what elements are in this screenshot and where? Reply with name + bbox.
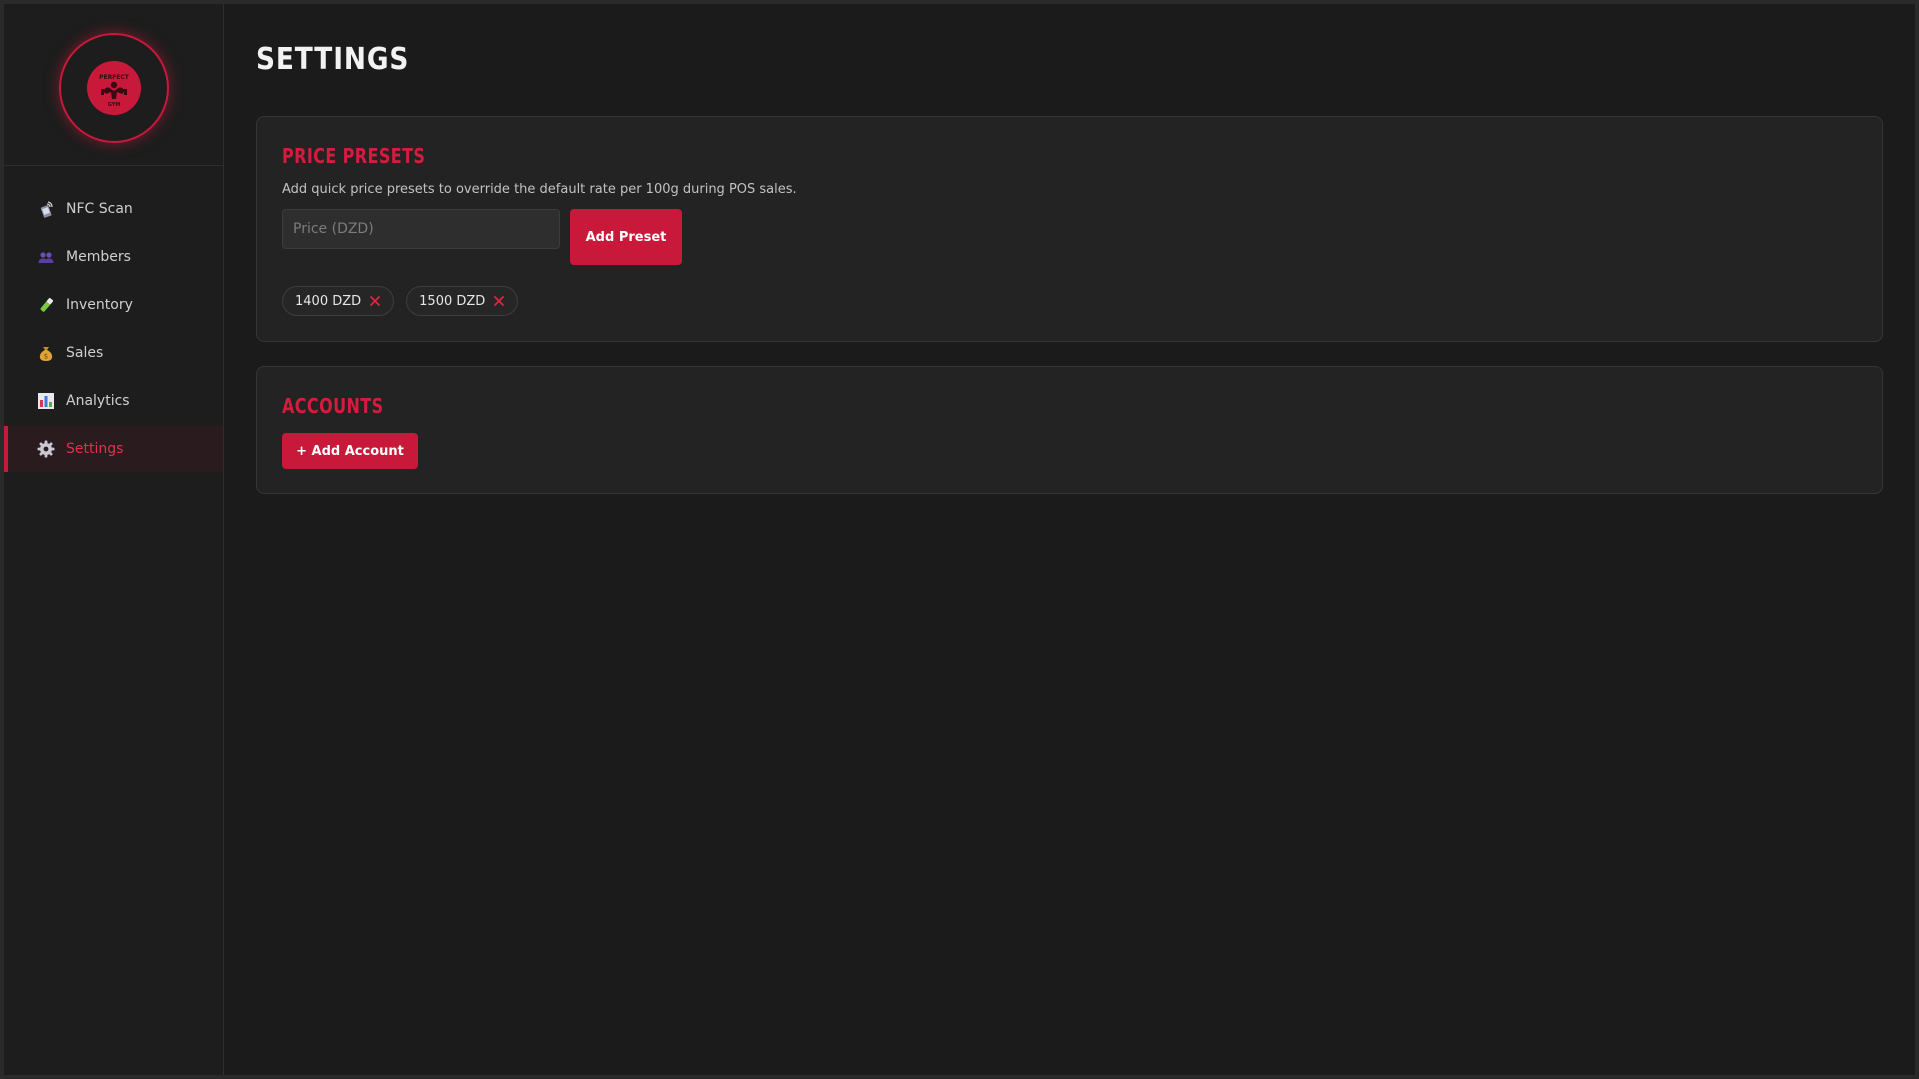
app-window: PERFECT GYM NFC Scan Members Inventory $… bbox=[4, 4, 1915, 1075]
bar-chart-icon bbox=[36, 391, 56, 411]
sidebar-item-nfc-scan[interactable]: NFC Scan bbox=[4, 186, 223, 232]
sidebar-item-inventory[interactable]: Inventory bbox=[4, 282, 223, 328]
gym-emblem-icon: PERFECT GYM bbox=[99, 74, 130, 108]
logo-bottom-text: GYM bbox=[107, 102, 120, 108]
preset-chip: 1400 DZD bbox=[282, 286, 395, 316]
sidebar-item-label: Inventory bbox=[66, 297, 133, 313]
sidebar-item-label: Analytics bbox=[66, 393, 130, 409]
accounts-title: ACCOUNTS bbox=[282, 394, 384, 418]
money-bag-icon: $ bbox=[36, 343, 56, 363]
sidebar-item-label: NFC Scan bbox=[66, 201, 133, 217]
inventory-icon bbox=[36, 295, 56, 315]
sidebar-item-sales[interactable]: $ Sales bbox=[4, 330, 223, 376]
sidebar: PERFECT GYM NFC Scan Members Inventory $… bbox=[4, 4, 224, 1075]
add-account-button[interactable]: + Add Account bbox=[282, 433, 418, 469]
price-presets-description: Add quick price presets to override the … bbox=[282, 182, 797, 197]
logo-top-text: PERFECT bbox=[99, 74, 130, 81]
logo-area: PERFECT GYM bbox=[4, 4, 223, 166]
preset-chip-label: 1400 DZD bbox=[295, 293, 362, 309]
page-title: SETTINGS bbox=[256, 42, 410, 77]
accounts-card: ACCOUNTS + Add Account bbox=[256, 366, 1883, 494]
price-presets-title: PRICE PRESETS bbox=[282, 144, 426, 168]
sidebar-item-label: Sales bbox=[66, 345, 104, 361]
preset-chip: 1500 DZD bbox=[406, 286, 519, 316]
preset-chip-label: 1500 DZD bbox=[419, 293, 486, 309]
sidebar-item-settings[interactable]: Settings bbox=[4, 426, 223, 472]
logo: PERFECT GYM bbox=[58, 32, 169, 143]
add-preset-button[interactable]: Add Preset bbox=[570, 209, 682, 265]
preset-form: Add Preset bbox=[282, 209, 1857, 265]
sidebar-item-analytics[interactable]: Analytics bbox=[4, 378, 223, 424]
preset-chips: 1400 DZD 1500 DZD bbox=[282, 286, 1857, 316]
sidebar-item-label: Members bbox=[66, 249, 131, 265]
sidebar-item-label: Settings bbox=[66, 441, 124, 457]
members-icon bbox=[36, 247, 56, 267]
sidebar-item-members[interactable]: Members bbox=[4, 234, 223, 280]
nfc-scan-icon bbox=[36, 199, 56, 219]
price-presets-card: PRICE PRESETS Add quick price presets to… bbox=[256, 116, 1883, 342]
remove-preset-icon[interactable] bbox=[493, 295, 505, 307]
remove-preset-icon[interactable] bbox=[369, 295, 381, 307]
sidebar-nav: NFC Scan Members Inventory $ Sales Analy… bbox=[4, 166, 223, 472]
gear-icon bbox=[36, 439, 56, 459]
price-input[interactable] bbox=[282, 209, 560, 249]
main-content: SETTINGS PRICE PRESETS Add quick price p… bbox=[224, 4, 1915, 1075]
svg-text:$: $ bbox=[44, 353, 48, 361]
logo-disc: PERFECT GYM bbox=[86, 60, 141, 115]
